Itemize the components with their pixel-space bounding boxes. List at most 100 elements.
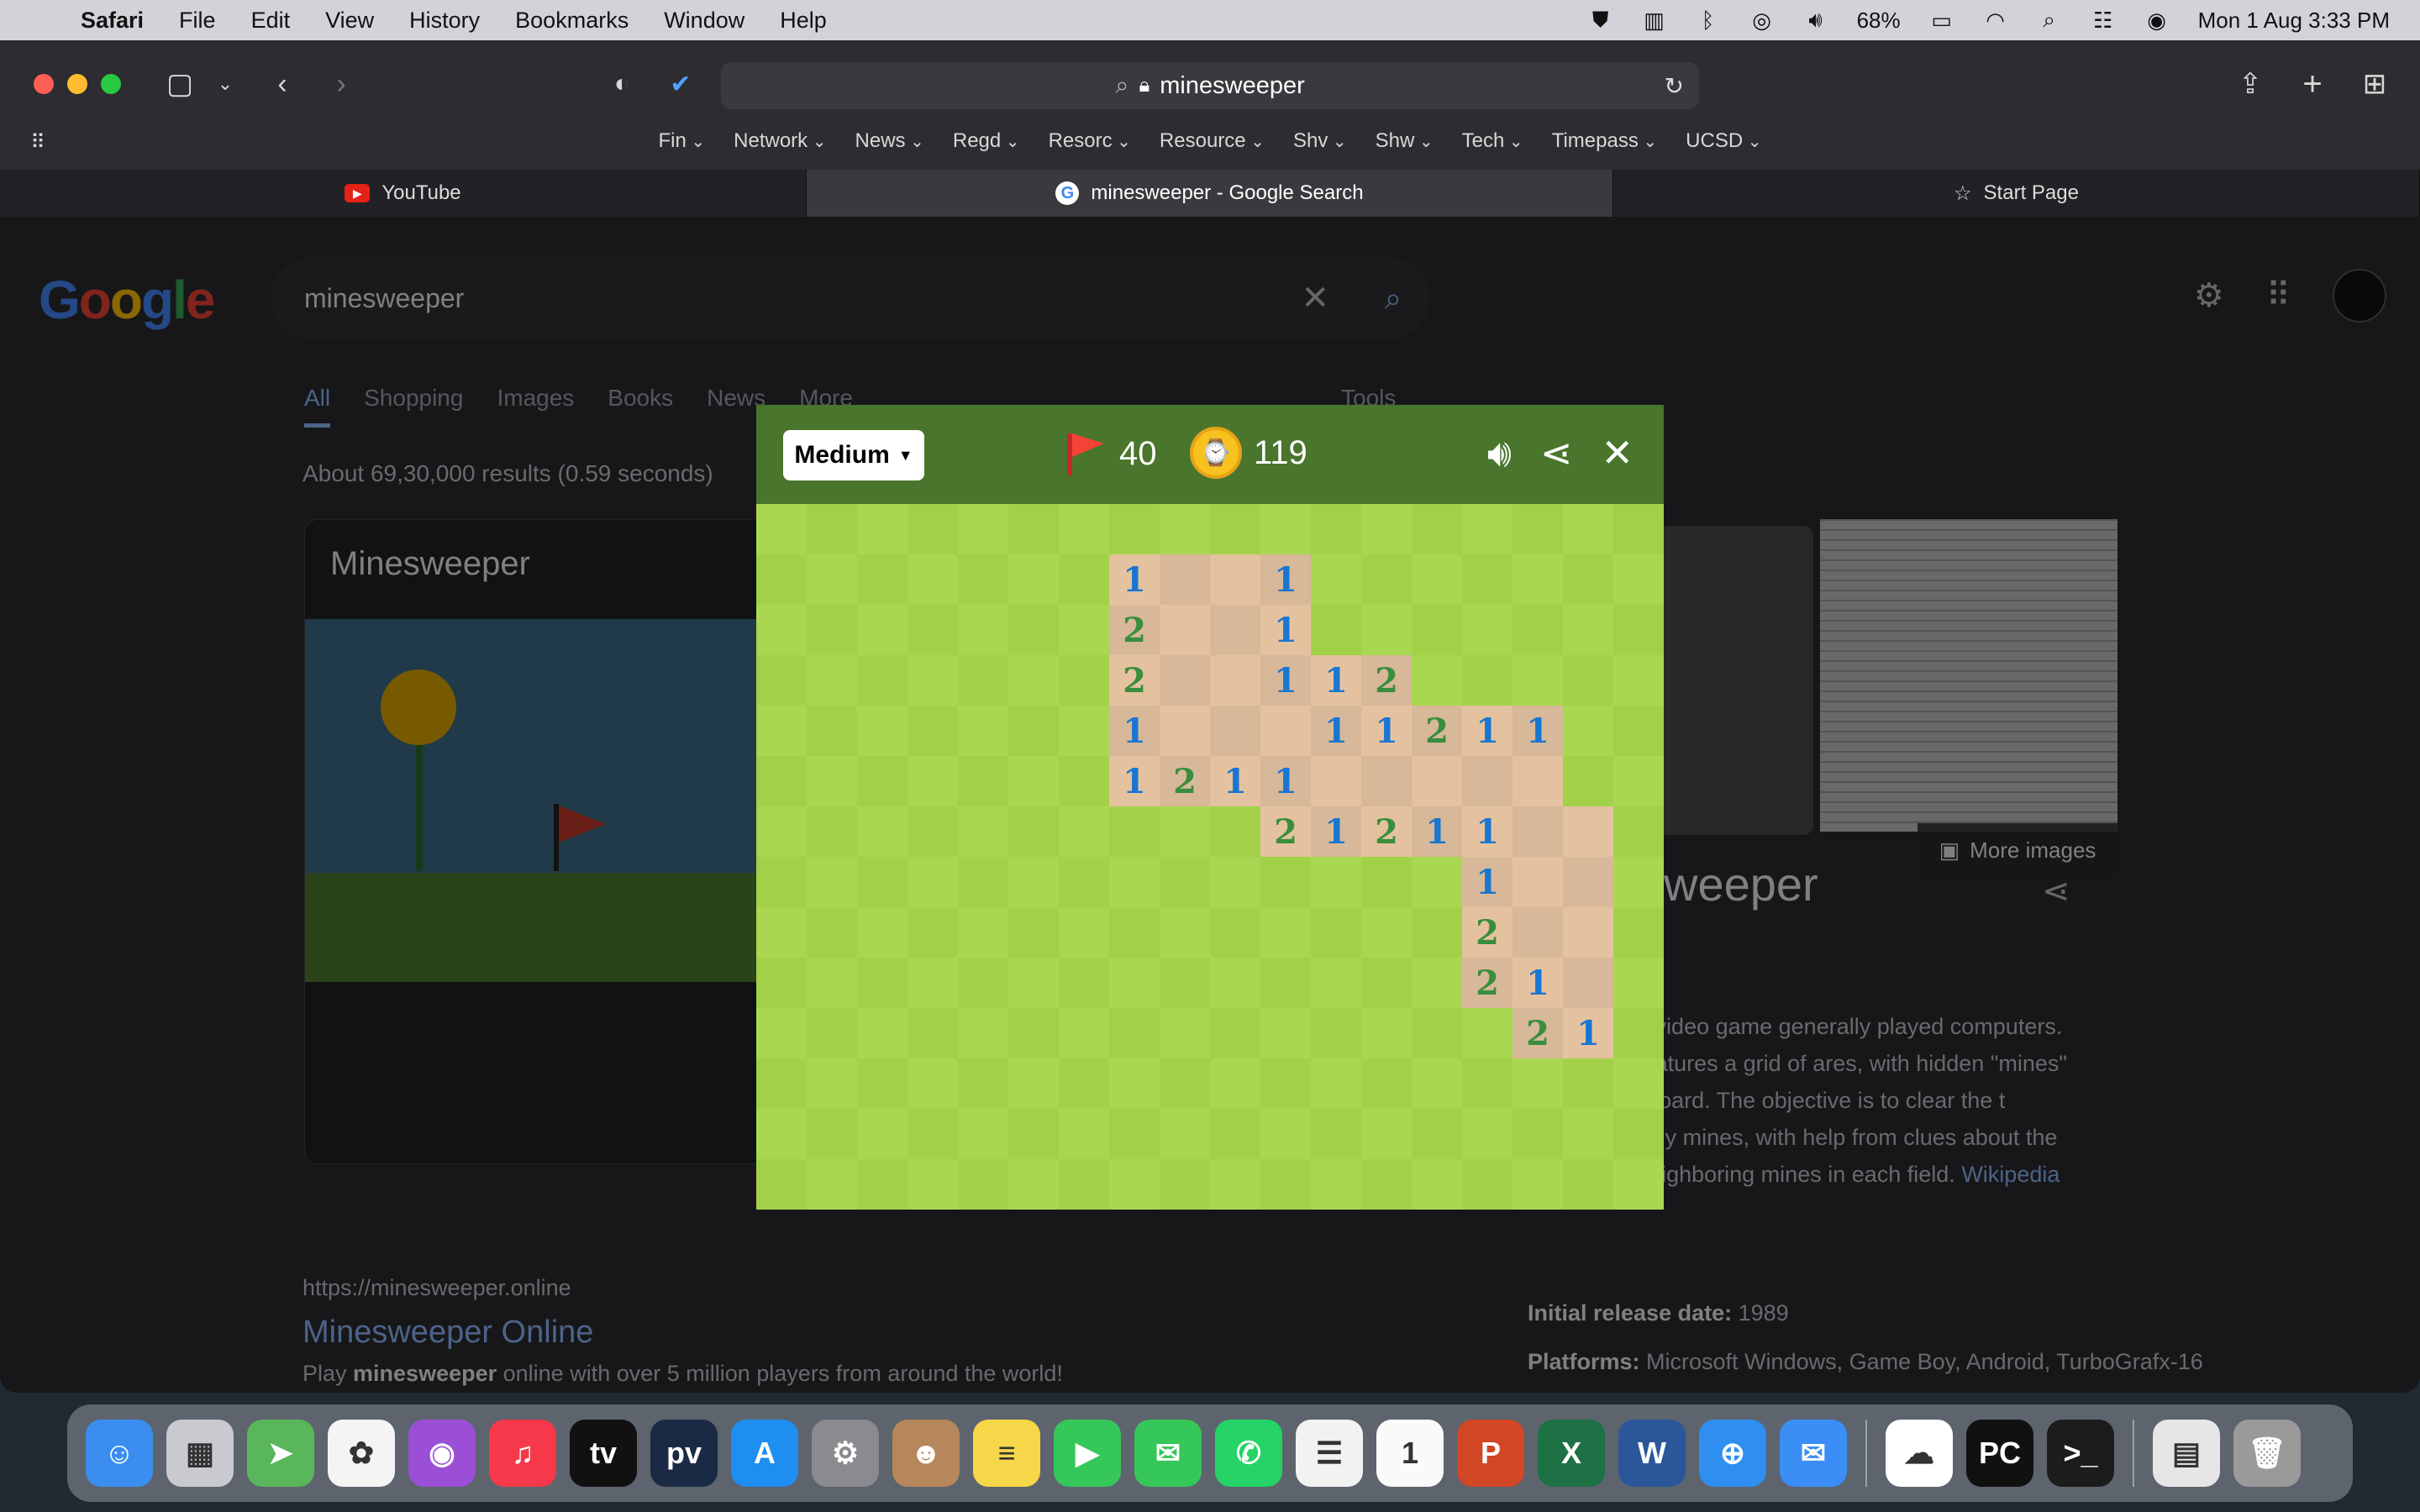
share-icon[interactable]: ⇪ (2232, 66, 2269, 102)
revealed-cell[interactable]: 1 (1311, 706, 1361, 756)
covered-cell[interactable] (908, 1058, 958, 1109)
covered-cell[interactable] (1109, 504, 1160, 554)
revealed-cell[interactable]: 1 (1311, 806, 1361, 857)
covered-cell[interactable] (1613, 958, 1664, 1008)
covered-cell[interactable] (756, 706, 807, 756)
covered-cell[interactable] (1059, 605, 1109, 655)
fav-tech[interactable]: Tech (1462, 129, 1523, 153)
covered-cell[interactable] (1260, 907, 1311, 958)
covered-cell[interactable] (1361, 857, 1412, 907)
covered-cell[interactable] (958, 706, 1008, 756)
covered-cell[interactable] (857, 504, 908, 554)
revealed-cell[interactable]: 1 (1361, 706, 1412, 756)
revealed-cell[interactable]: 2 (1109, 605, 1160, 655)
covered-cell[interactable] (1160, 958, 1210, 1008)
covered-cell[interactable] (1311, 1109, 1361, 1159)
calendar-icon[interactable]: 1 (1376, 1420, 1444, 1487)
covered-cell[interactable] (756, 655, 807, 706)
fav-ucsd[interactable]: UCSD (1686, 129, 1761, 153)
covered-cell[interactable] (1412, 1159, 1462, 1210)
covered-cell[interactable] (1260, 857, 1311, 907)
revealed-cell[interactable]: 1 (1260, 756, 1311, 806)
covered-cell[interactable] (857, 605, 908, 655)
covered-cell[interactable] (857, 806, 908, 857)
covered-cell[interactable] (1512, 504, 1563, 554)
difficulty-select[interactable]: Medium ▼ (783, 430, 924, 480)
word-icon[interactable]: W (1618, 1420, 1686, 1487)
revealed-cell[interactable] (1311, 756, 1361, 806)
covered-cell[interactable] (1361, 504, 1412, 554)
covered-cell[interactable] (1210, 907, 1260, 958)
covered-cell[interactable] (1563, 655, 1613, 706)
covered-cell[interactable] (1563, 504, 1613, 554)
revealed-cell[interactable]: 1 (1563, 1008, 1613, 1058)
covered-cell[interactable] (908, 1159, 958, 1210)
covered-cell[interactable] (1613, 504, 1664, 554)
covered-cell[interactable] (1059, 907, 1109, 958)
window-layout-icon[interactable]: ▥ (1642, 8, 1667, 33)
fav-shw[interactable]: Shw (1376, 129, 1434, 153)
finder-icon[interactable]: ☺ (86, 1420, 153, 1487)
revealed-cell[interactable]: 1 (1512, 958, 1563, 1008)
whatsapp-icon[interactable]: ✆ (1215, 1420, 1282, 1487)
covered-cell[interactable] (1210, 1008, 1260, 1058)
covered-cell[interactable] (1008, 1058, 1059, 1109)
chevron-down-icon[interactable]: ⌄ (215, 66, 235, 102)
covered-cell[interactable] (1361, 605, 1412, 655)
covered-cell[interactable] (1361, 907, 1412, 958)
revealed-cell[interactable] (1512, 806, 1563, 857)
covered-cell[interactable] (1311, 605, 1361, 655)
covered-cell[interactable] (958, 504, 1008, 554)
menu-app-name[interactable]: Safari (81, 8, 144, 34)
covered-cell[interactable] (807, 554, 857, 605)
revealed-cell[interactable] (1160, 706, 1210, 756)
covered-cell[interactable] (756, 504, 807, 554)
covered-cell[interactable] (756, 1109, 807, 1159)
covered-cell[interactable] (1109, 907, 1160, 958)
airdrop-icon[interactable]: ◎ (1749, 8, 1775, 33)
covered-cell[interactable] (908, 907, 958, 958)
covered-cell[interactable] (1563, 1109, 1613, 1159)
covered-cell[interactable] (1462, 1008, 1512, 1058)
covered-cell[interactable] (1008, 605, 1059, 655)
extension-shield-icon[interactable]: ✔ (664, 66, 697, 102)
revealed-cell[interactable] (1210, 554, 1260, 605)
covered-cell[interactable] (1059, 857, 1109, 907)
revealed-cell[interactable]: 2 (1462, 907, 1512, 958)
covered-cell[interactable] (807, 1058, 857, 1109)
trash-icon[interactable]: 🗑 (2233, 1420, 2301, 1487)
covered-cell[interactable] (1613, 605, 1664, 655)
minimize-window-button[interactable] (67, 74, 87, 94)
covered-cell[interactable] (1008, 907, 1059, 958)
covered-cell[interactable] (958, 1109, 1008, 1159)
covered-cell[interactable] (1008, 857, 1059, 907)
covered-cell[interactable] (1059, 1109, 1109, 1159)
siri-icon[interactable]: ◉ (2144, 8, 2170, 33)
volume-icon[interactable]: 🔊︎ (1803, 7, 1828, 33)
covered-cell[interactable] (807, 706, 857, 756)
back-button[interactable]: ‹ (266, 66, 299, 102)
covered-cell[interactable] (958, 857, 1008, 907)
covered-cell[interactable] (807, 655, 857, 706)
podcasts-icon[interactable]: ◉ (408, 1420, 476, 1487)
covered-cell[interactable] (1059, 756, 1109, 806)
covered-cell[interactable] (1109, 806, 1160, 857)
covered-cell[interactable] (1109, 857, 1160, 907)
covered-cell[interactable] (1210, 857, 1260, 907)
notes-icon[interactable]: ≡ (973, 1420, 1040, 1487)
covered-cell[interactable] (1311, 1008, 1361, 1058)
covered-cell[interactable] (807, 907, 857, 958)
covered-cell[interactable] (1008, 504, 1059, 554)
menu-file[interactable]: File (179, 8, 216, 34)
covered-cell[interactable] (1412, 907, 1462, 958)
fav-news[interactable]: News (855, 129, 924, 153)
fav-fin[interactable]: Fin (658, 129, 705, 153)
covered-cell[interactable] (756, 756, 807, 806)
covered-cell[interactable] (1361, 1008, 1412, 1058)
wifi-icon[interactable]: ◠ (1983, 8, 2008, 33)
tab-youtube[interactable]: ▶ YouTube (0, 170, 807, 217)
address-bar[interactable]: ⌕ 🔒︎ minesweeper ↻ (721, 62, 1699, 109)
clock[interactable]: Mon 1 Aug 3:33 PM (2198, 8, 2390, 34)
sound-icon[interactable]: 🔊︎ (1487, 430, 1512, 477)
revealed-cell[interactable]: 1 (1109, 554, 1160, 605)
